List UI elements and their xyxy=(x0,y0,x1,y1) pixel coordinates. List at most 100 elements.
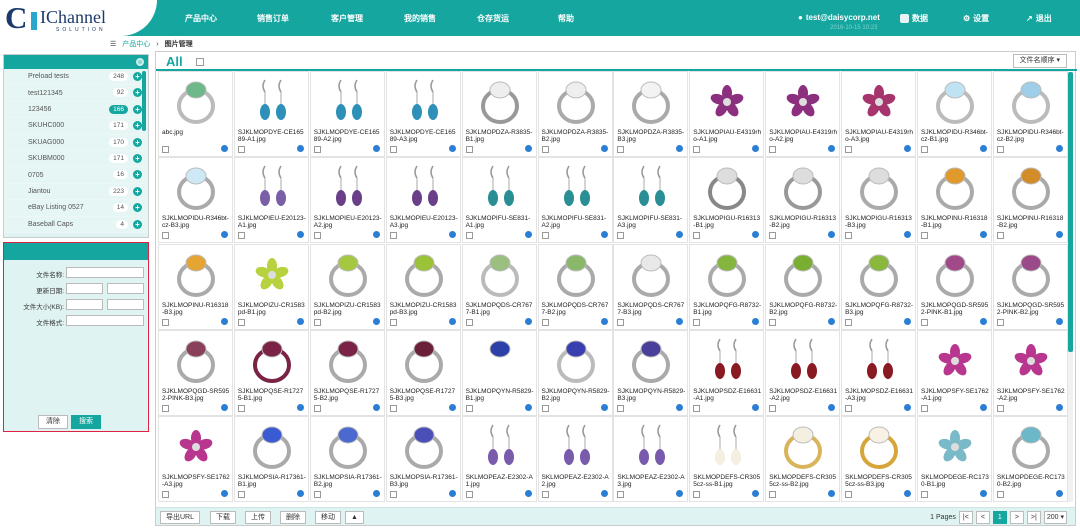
image-tile[interactable]: SJKLMOPDYE-CE16589-A3.jpg xyxy=(385,71,461,157)
edit-image-icon[interactable] xyxy=(751,402,761,412)
add-folder-item-icon[interactable]: + xyxy=(133,121,142,131)
image-select-checkbox[interactable] xyxy=(769,232,777,240)
edit-image-icon[interactable] xyxy=(599,316,609,326)
image-thumbnail[interactable] xyxy=(622,421,680,473)
image-thumbnail[interactable] xyxy=(167,76,225,128)
image-tile[interactable]: SKLMOPEAZ-E2302-A2.jpg xyxy=(537,416,613,503)
image-tile[interactable]: SJKLMOPSDZ-E16631-A2.jpg xyxy=(765,329,841,416)
image-tile[interactable]: SJKLMOPQSE-R17275-B1.jpg xyxy=(233,329,309,416)
image-select-checkbox[interactable] xyxy=(996,404,1004,412)
image-select-checkbox[interactable] xyxy=(389,232,397,240)
image-select-checkbox[interactable] xyxy=(921,318,928,326)
move-button[interactable]: 移动 xyxy=(315,511,341,524)
image-thumbnail[interactable] xyxy=(622,162,680,214)
image-thumbnail[interactable] xyxy=(243,162,301,214)
image-thumbnail[interactable] xyxy=(850,335,908,387)
image-select-checkbox[interactable] xyxy=(465,404,473,412)
select-all-checkbox[interactable] xyxy=(196,58,204,66)
edit-image-icon[interactable] xyxy=(827,489,837,499)
file-format-input[interactable] xyxy=(66,315,144,326)
image-tile[interactable]: SJKLMOPINU-R16318-B1.jpg xyxy=(917,157,992,244)
image-tile[interactable]: SKLMOPEAZ-E2302-A1.jpg xyxy=(461,416,537,503)
edit-image-icon[interactable] xyxy=(675,230,685,240)
edit-image-icon[interactable] xyxy=(903,144,913,153)
image-select-checkbox[interactable] xyxy=(237,146,245,153)
edit-image-icon[interactable] xyxy=(295,230,305,240)
image-select-checkbox[interactable] xyxy=(769,491,777,499)
image-select-checkbox[interactable] xyxy=(465,491,473,499)
edit-image-icon[interactable] xyxy=(523,144,533,153)
edit-image-icon[interactable] xyxy=(523,489,533,499)
nav-my-sales[interactable]: 我的销售 xyxy=(404,13,436,24)
image-thumbnail[interactable] xyxy=(1002,249,1060,301)
image-select-checkbox[interactable] xyxy=(996,232,1004,240)
image-select-checkbox[interactable] xyxy=(541,318,549,326)
folder-item[interactable]: Preload tests 248 + xyxy=(4,69,148,86)
folder-settings-gear-icon[interactable] xyxy=(136,58,144,66)
image-select-checkbox[interactable] xyxy=(237,491,245,499)
image-tile[interactable]: SJKLMOPQDS-CR7677-B2.jpg xyxy=(537,243,613,330)
image-select-checkbox[interactable] xyxy=(693,404,701,412)
nav-customer-management[interactable]: 客户管理 xyxy=(331,13,363,24)
updated-date-to-input[interactable] xyxy=(107,283,144,294)
image-select-checkbox[interactable] xyxy=(921,404,928,412)
image-tile[interactable]: SJKLMOPIAU-E4319rho-A3.jpg xyxy=(841,71,917,157)
image-thumbnail[interactable] xyxy=(774,421,832,473)
image-thumbnail[interactable] xyxy=(1002,76,1060,128)
image-tile[interactable]: SKLMOPDEFS-CR3055cz-ss-B3.jpg xyxy=(841,416,917,503)
image-select-checkbox[interactable] xyxy=(389,318,397,326)
image-select-checkbox[interactable] xyxy=(617,491,625,499)
folder-item[interactable]: test121345 92 + xyxy=(4,85,148,102)
image-tile[interactable]: SJKLMOPQGD-SR5952-PINK-B1.jpg xyxy=(917,243,992,330)
image-thumbnail[interactable] xyxy=(926,162,984,214)
edit-image-icon[interactable] xyxy=(220,489,229,499)
image-tile[interactable]: SJKLMOPIGU-R16313-B1.jpg xyxy=(689,157,765,244)
image-tile[interactable]: abc.jpg xyxy=(158,71,233,157)
image-tile[interactable]: SJKLMOPINU-R16318-B2.jpg xyxy=(992,157,1068,244)
image-select-checkbox[interactable] xyxy=(769,146,777,153)
image-tile[interactable]: SJKLMOPIEU-E20123-A3.jpg xyxy=(385,157,461,244)
folder-item[interactable]: SKUAG000 170 + xyxy=(4,134,148,151)
image-select-checkbox[interactable] xyxy=(389,404,397,412)
image-tile[interactable]: SJKLMOPDZA-R3835-B2.jpg xyxy=(537,71,613,157)
edit-image-icon[interactable] xyxy=(295,402,305,412)
image-thumbnail[interactable] xyxy=(1002,421,1060,473)
logout-button[interactable]: ↗ 退出 xyxy=(1026,13,1052,24)
image-tile[interactable]: SJKLMOPIDU-R346bt-cz-B1.jpg xyxy=(917,71,992,157)
image-tile[interactable]: SJKLMOPIAU-E4319rho-A2.jpg xyxy=(765,71,841,157)
image-thumbnail[interactable] xyxy=(926,335,984,387)
image-select-checkbox[interactable] xyxy=(693,146,701,153)
image-thumbnail[interactable] xyxy=(622,249,680,301)
image-tile[interactable]: SJKLMOPQSE-R17275-B3.jpg xyxy=(385,329,461,416)
edit-image-icon[interactable] xyxy=(979,489,988,499)
data-menu[interactable]: 数据 xyxy=(900,13,928,24)
edit-image-icon[interactable] xyxy=(903,402,913,412)
image-tile[interactable]: SJKLMOPDYE-CE16589-A1.jpg xyxy=(233,71,309,157)
image-thumbnail[interactable] xyxy=(774,162,832,214)
filename-input[interactable] xyxy=(66,267,144,278)
folder-item[interactable]: Jiantou 223 + xyxy=(4,183,148,201)
image-select-checkbox[interactable] xyxy=(389,491,397,499)
image-thumbnail[interactable] xyxy=(243,76,301,128)
edit-image-icon[interactable] xyxy=(675,316,685,326)
edit-image-icon[interactable] xyxy=(371,144,381,153)
image-tile[interactable]: SJKLMOPIZU-CR1583pd-B2.jpg xyxy=(309,243,385,330)
ichannel-logo[interactable]: C IChannel SOLUTION xyxy=(0,0,157,36)
first-page-button[interactable]: |< xyxy=(958,511,973,524)
edit-image-icon[interactable] xyxy=(675,402,685,412)
image-tile[interactable]: SJKLMOPIZU-CR1583pd-B1.jpg xyxy=(233,243,309,330)
edit-image-icon[interactable] xyxy=(1054,402,1064,412)
folder-item[interactable]: 0705 16 + xyxy=(4,167,148,184)
edit-image-icon[interactable] xyxy=(371,489,381,499)
image-thumbnail[interactable] xyxy=(698,421,756,473)
add-folder-item-icon[interactable]: + xyxy=(133,219,142,229)
image-thumbnail[interactable] xyxy=(850,162,908,214)
tab-all[interactable]: All xyxy=(166,54,183,69)
image-tile[interactable]: SJKLMOPQDS-CR7677-B3.jpg xyxy=(613,243,689,330)
edit-image-icon[interactable] xyxy=(827,316,837,326)
image-thumbnail[interactable] xyxy=(698,162,756,214)
folder-item[interactable]: SKUBM000 171 + xyxy=(4,150,148,168)
folder-item[interactable]: Baseball Caps 4 + xyxy=(4,216,148,233)
image-tile[interactable]: SJKLMOPQFG-R8732-B3.jpg xyxy=(841,243,917,330)
image-thumbnail[interactable] xyxy=(926,76,984,128)
